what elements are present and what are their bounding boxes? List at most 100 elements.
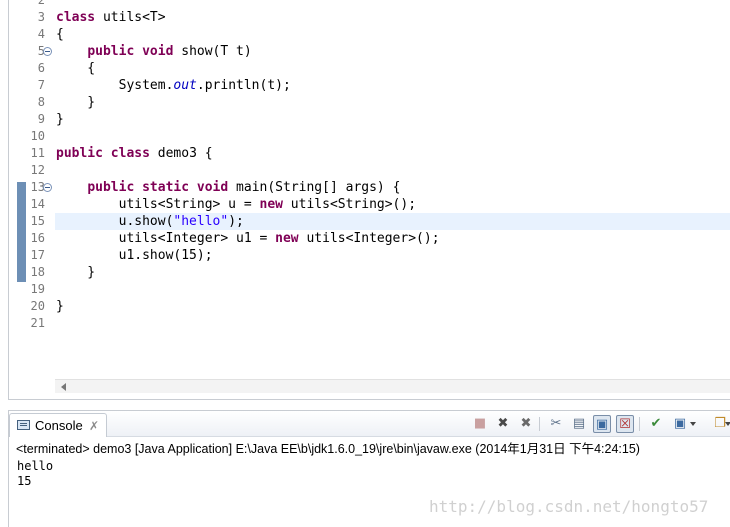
code-token: utils<String> u = [56, 197, 260, 212]
code-line[interactable]: u1.show(15); [55, 247, 730, 264]
line-number-label: 18 [30, 265, 45, 279]
keyword-token: public [56, 146, 103, 161]
code-line[interactable] [55, 315, 730, 332]
line-number-label: 3 [37, 10, 45, 24]
chevron-down-icon[interactable] [725, 422, 730, 426]
code-line[interactable]: public class demo3 { [55, 145, 730, 162]
line-number: 18 [9, 264, 53, 281]
line-number: 16 [9, 230, 53, 247]
line-number-label: 8 [37, 95, 45, 109]
line-number: 14 [9, 196, 53, 213]
code-line[interactable]: public static void main(String[] args) { [55, 179, 730, 196]
scroll-lock-icon[interactable]: ▤ [570, 415, 588, 433]
code-line[interactable] [55, 128, 730, 145]
close-icon[interactable]: ✗ [89, 418, 99, 434]
code-line[interactable]: System.out.println(t); [55, 77, 730, 94]
current-code-line[interactable]: u.show("hello"); [55, 213, 730, 230]
field-token: out [173, 78, 197, 93]
code-token: u.show( [56, 214, 174, 229]
keyword-token: class [110, 146, 150, 161]
code-editor[interactable]: 2 3 4 5 6 7 8 9 10 11 12 13 14 15 16 17 18 19 20 21 class u… [8, 0, 730, 400]
code-token: u1.show(15); [56, 248, 213, 263]
code-line[interactable]: } [55, 94, 730, 111]
line-number-label: 21 [30, 316, 45, 330]
line-number-label: 16 [30, 231, 45, 245]
range-indicator [17, 182, 26, 282]
keyword-token: public [87, 44, 135, 59]
code-token: utils<String>(); [282, 197, 417, 212]
remove-launch-icon[interactable]: ✖ [494, 415, 512, 433]
line-number: 21 [9, 315, 53, 332]
line-number: 4 [9, 26, 53, 43]
keyword-token: static [142, 180, 190, 195]
toolbar-separator [639, 417, 640, 431]
line-number-label: 17 [30, 248, 45, 262]
line-number: 9 [9, 111, 53, 128]
code-line[interactable]: { [55, 60, 730, 77]
code-line[interactable]: } [55, 111, 730, 128]
line-number: 5 [9, 43, 53, 60]
code-token: } [56, 112, 64, 127]
code-token: main(String[] args) { [228, 180, 401, 195]
gutter-separator [53, 0, 54, 378]
line-number-label: 20 [30, 299, 45, 313]
code-area[interactable]: class utils<T>{ public void show(T t) { … [55, 0, 730, 378]
pin-console-icon[interactable]: ✔ [647, 415, 665, 433]
console-tabbar: Console ✗ ■ ✖ ✖ ✂ ▤ ▣ ☒ ✔ ▣ ❐ [9, 411, 730, 437]
code-token: ); [228, 214, 244, 229]
code-line[interactable] [55, 0, 730, 9]
string-token: "hello" [173, 214, 229, 229]
horizontal-scrollbar[interactable] [55, 379, 730, 393]
code-line[interactable] [55, 162, 730, 179]
tab-console[interactable]: Console ✗ [9, 413, 107, 437]
remove-all-terminated-icon[interactable]: ✖ [517, 415, 535, 433]
fold-collapse-icon[interactable] [43, 183, 52, 192]
code-line[interactable]: public void show(T t) [55, 43, 730, 60]
code-line[interactable]: } [55, 264, 730, 281]
code-line[interactable] [55, 281, 730, 298]
code-token: { [56, 27, 64, 42]
keyword-token: void [196, 180, 229, 195]
code-token: demo3 { [149, 146, 213, 161]
line-number: 2 [9, 0, 53, 9]
line-number: 20 [9, 298, 53, 315]
toolbar-separator [539, 417, 540, 431]
watermark: http://blog.csdn.net/hongto57 [429, 497, 709, 516]
code-token: } [56, 95, 96, 110]
line-number: 11 [9, 145, 53, 162]
keyword-token: public [87, 180, 135, 195]
show-on-stdout-icon[interactable]: ▣ [593, 415, 611, 433]
chevron-down-icon[interactable] [690, 422, 696, 426]
code-token: } [56, 265, 96, 280]
console-output-line: 15 [17, 474, 32, 488]
display-console-icon[interactable]: ▣ [671, 415, 689, 433]
code-line[interactable]: } [55, 298, 730, 315]
line-number-label: 6 [37, 61, 45, 75]
show-on-stderr-icon[interactable]: ☒ [616, 415, 634, 433]
line-number-label: 15 [30, 214, 45, 228]
line-number-label: 10 [30, 129, 45, 143]
code-line[interactable]: utils<Integer> u1 = new utils<Integer>()… [55, 230, 730, 247]
fold-collapse-icon[interactable] [43, 47, 52, 56]
line-number: 19 [9, 281, 53, 298]
clear-console-icon[interactable]: ✂ [547, 415, 565, 433]
code-line[interactable]: class utils<T> [55, 9, 730, 26]
code-token: { [56, 61, 96, 76]
keyword-token: new [259, 197, 283, 212]
code-line[interactable]: utils<String> u = new utils<String>(); [55, 196, 730, 213]
line-number: 8 [9, 94, 53, 111]
code-token: } [56, 299, 64, 314]
terminate-icon[interactable]: ■ [471, 415, 489, 433]
code-token: utils<Integer> u1 = [56, 231, 276, 246]
scroll-left-icon[interactable] [61, 383, 66, 391]
keyword-token: new [275, 231, 299, 246]
code-line[interactable]: { [55, 26, 730, 43]
console-icon [17, 420, 30, 430]
line-number-label: 7 [37, 78, 45, 92]
tab-console-label: Console [35, 418, 83, 433]
